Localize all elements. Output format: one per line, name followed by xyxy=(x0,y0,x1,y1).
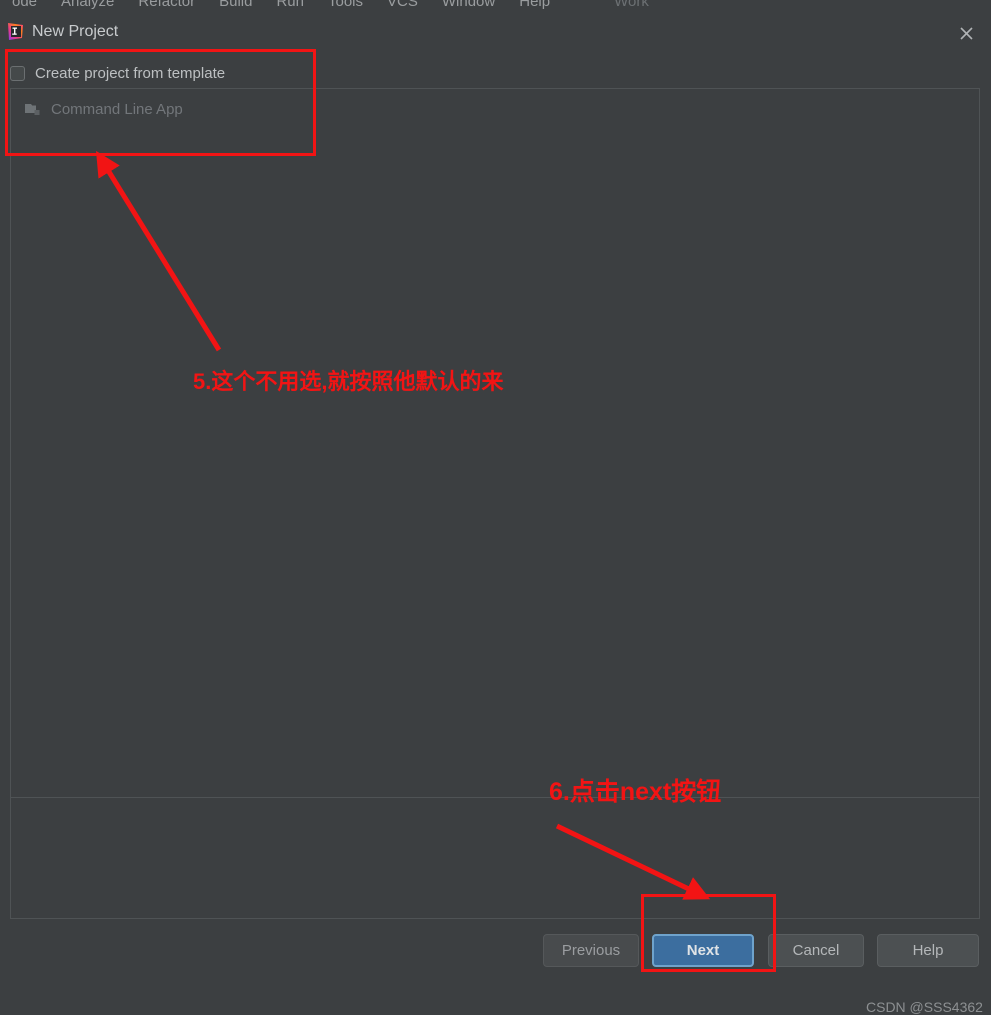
create-from-template-checkbox[interactable] xyxy=(10,65,25,81)
next-button[interactable]: Next xyxy=(652,934,754,967)
menu-item-tools[interactable]: Tools xyxy=(316,0,375,13)
template-settings-panel xyxy=(10,797,980,919)
menu-item-window[interactable]: Window xyxy=(430,0,507,13)
menu-item-analyze[interactable]: Analyze xyxy=(49,0,126,13)
new-project-dialog-body: Create project from template Command Lin… xyxy=(0,50,991,1015)
menu-item-list: ode Analyze Refactor Build Run Tools VCS… xyxy=(0,0,661,13)
page-title: New Project xyxy=(32,23,119,40)
cancel-button[interactable]: Cancel xyxy=(768,934,864,967)
create-from-template-label: Create project from template xyxy=(35,64,226,82)
ide-menu-bar: ode Analyze Refactor Build Run Tools VCS… xyxy=(0,0,991,13)
list-item-label: Command Line App xyxy=(51,100,183,118)
menu-item-help[interactable]: Help xyxy=(507,0,562,13)
dialog-button-bar: Previous Next Cancel Help xyxy=(0,930,991,975)
intellij-idea-icon xyxy=(6,22,25,41)
list-item-command-line-app[interactable]: Command Line App xyxy=(25,97,183,121)
module-folder-icon xyxy=(25,102,42,117)
csdn-watermark: CSDN @SSS4362 xyxy=(866,999,983,1015)
menu-item-code[interactable]: ode xyxy=(0,0,49,13)
previous-button[interactable]: Previous xyxy=(543,934,639,967)
close-icon[interactable] xyxy=(949,21,983,47)
menu-item-refactor[interactable]: Refactor xyxy=(126,0,207,13)
template-list-panel[interactable]: Command Line App xyxy=(10,88,980,830)
menu-trailing-label: Work xyxy=(614,0,649,10)
menu-item-build[interactable]: Build xyxy=(207,0,264,13)
menu-item-vcs[interactable]: VCS xyxy=(375,0,430,13)
menu-item-run[interactable]: Run xyxy=(264,0,316,13)
help-button[interactable]: Help xyxy=(877,934,979,967)
create-from-template-row[interactable]: Create project from template xyxy=(10,60,310,86)
dialog-title-bar: New Project xyxy=(0,13,991,50)
